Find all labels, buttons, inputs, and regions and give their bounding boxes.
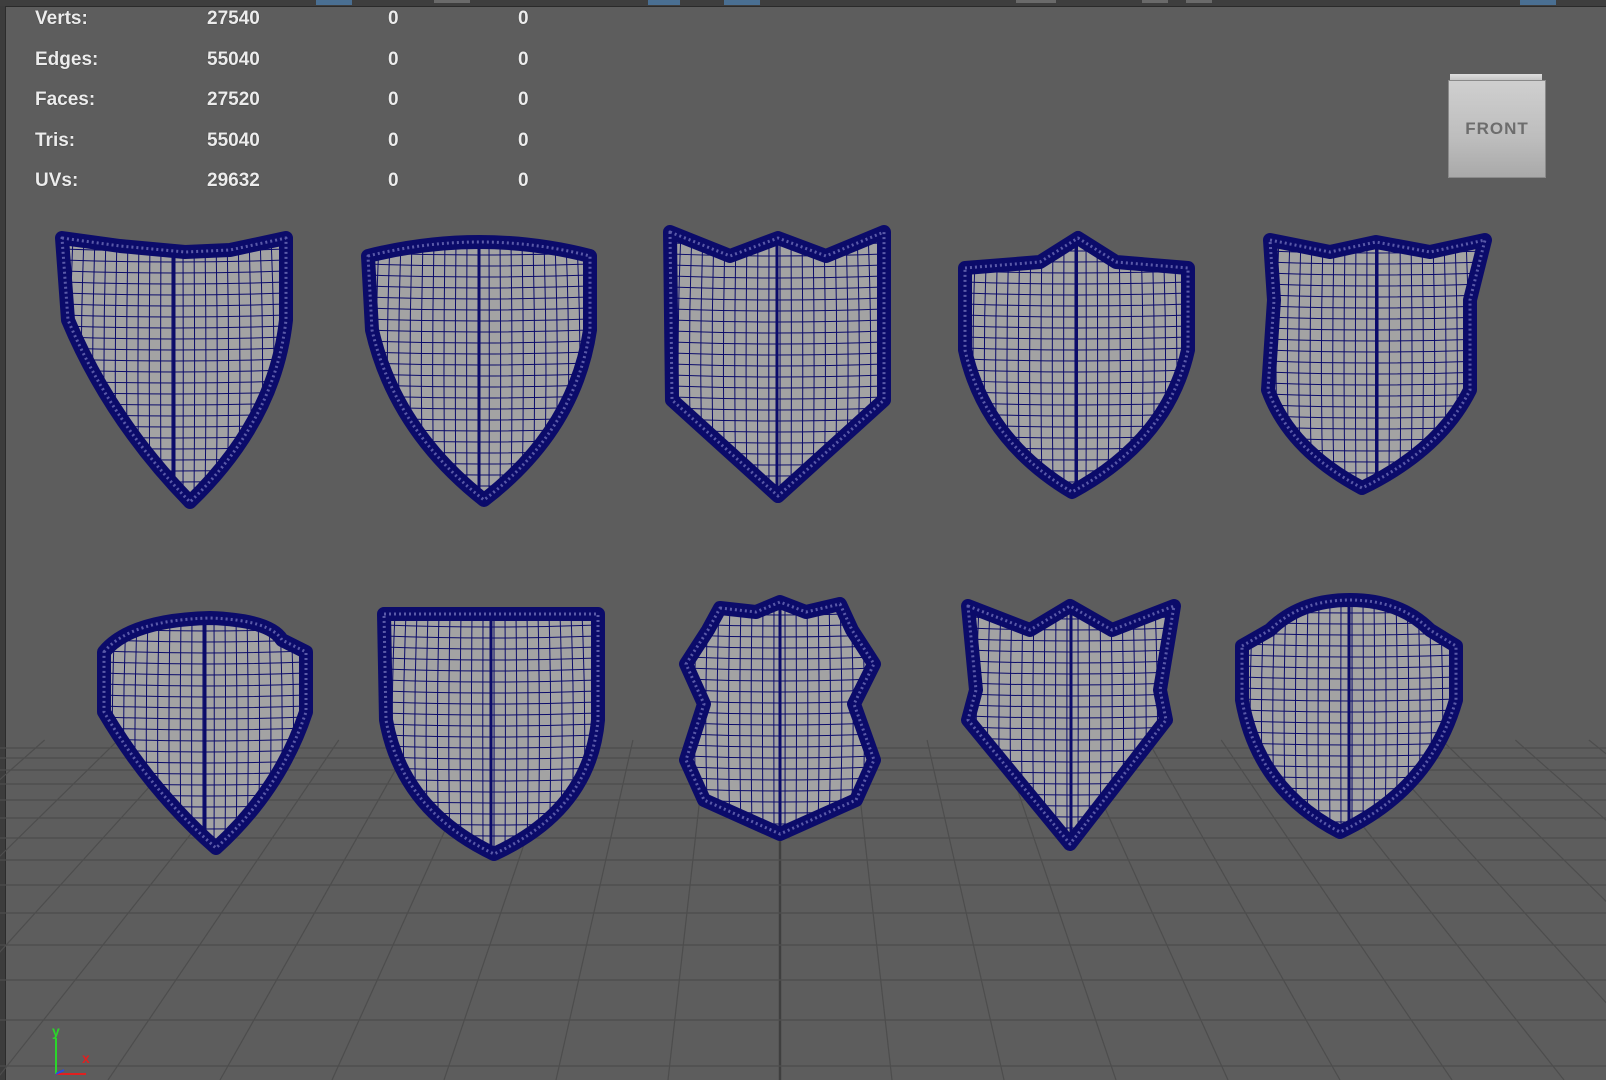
stat-label: Edges: (35, 48, 99, 70)
view-cube-label: FRONT (1465, 119, 1529, 138)
shield-9-mesh[interactable] (961, 599, 1181, 851)
view-cube[interactable]: FRONT (1448, 74, 1546, 178)
shield-1-mesh[interactable] (55, 231, 293, 509)
mesh-layer[interactable] (0, 0, 1606, 1080)
stat-selected-value: 0 (388, 170, 399, 191)
stat-component-value: 0 (518, 89, 529, 110)
axis-orientation-icon: y x (52, 1023, 90, 1075)
stat-selected-value: 0 (388, 89, 399, 110)
stat-component-value: 0 (518, 170, 529, 191)
x-axis-label: x (82, 1050, 90, 1066)
stat-total-value: 55040 (207, 129, 260, 151)
shield-8-mesh[interactable] (679, 595, 881, 841)
view-cube-front-face[interactable]: FRONT (1448, 80, 1546, 178)
stat-component-value: 0 (518, 129, 529, 151)
shield-3-mesh[interactable] (663, 225, 891, 503)
wire-edge (872, 602, 874, 834)
stat-total-value: 27540 (207, 8, 260, 29)
shield-4-mesh[interactable] (958, 231, 1195, 499)
stat-label: Tris: (35, 129, 76, 151)
wire-edge (62, 501, 286, 502)
shield-7-mesh[interactable] (377, 607, 605, 861)
stat-selected-value: 0 (388, 8, 399, 29)
y-axis-label: y (52, 1023, 60, 1039)
shield-10-mesh[interactable] (1235, 593, 1463, 839)
shield-6-mesh[interactable] (97, 611, 313, 855)
stat-component-value: 0 (518, 8, 529, 29)
stat-selected-value: 0 (388, 48, 399, 70)
stat-label: UVs: (35, 170, 79, 191)
stat-selected-value: 0 (388, 129, 399, 151)
stat-component-value: 0 (518, 48, 529, 70)
shield-2-mesh[interactable] (361, 235, 597, 507)
stat-total-value: 27520 (207, 89, 260, 110)
stat-label: Verts: (35, 8, 88, 29)
stat-total-value: 29632 (207, 170, 260, 191)
wire-edge (686, 602, 687, 834)
stat-label: Faces: (35, 89, 96, 110)
viewport-panel[interactable]: Verts: 27540 0 0 Edges: 55040 0 0 Faces: 27520 0 0 T… (0, 0, 1606, 1080)
stat-total-value: 55040 (207, 48, 260, 70)
wire-edge (756, 232, 759, 496)
wire-edge (470, 614, 473, 854)
shield-5-mesh[interactable] (1261, 233, 1492, 495)
